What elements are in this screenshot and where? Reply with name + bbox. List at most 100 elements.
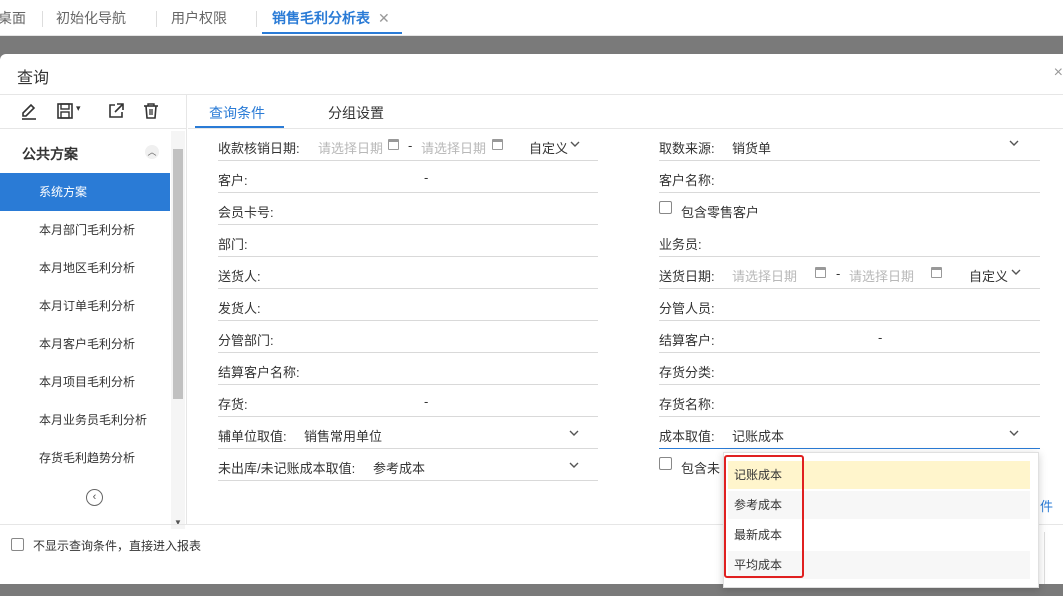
chevron-down-icon[interactable] (1008, 427, 1020, 439)
date-mode-select[interactable]: 自定义 (529, 138, 568, 157)
delete-icon[interactable] (141, 101, 163, 123)
data-source-select[interactable]: 销货单 (732, 138, 771, 157)
calendar-icon[interactable] (492, 139, 503, 150)
field-label: 结算客户: (659, 333, 715, 348)
salesperson-field[interactable]: 业务员: (659, 225, 1040, 257)
tab-init-nav[interactable]: 初始化导航 (56, 0, 126, 34)
field-label: 部门: (218, 237, 248, 252)
sender-field[interactable]: 发货人: (218, 289, 598, 321)
field-label: 业务员: (659, 237, 702, 252)
customer-field[interactable]: 客户: - (218, 161, 598, 193)
highlight-box (724, 455, 804, 578)
payment-date-field: 收款核销日期: 请选择日期 - 请选择日期 自定义 (218, 129, 598, 161)
department-field[interactable]: 部门: (218, 225, 598, 257)
skip-query-label: 不显示查询条件，直接进入报表 (33, 539, 202, 553)
scheme-item[interactable]: 本月业务员毛利分析 (0, 401, 170, 439)
cost-value-select[interactable]: 记账成本 (732, 426, 784, 445)
scheme-item[interactable]: 本月客户毛利分析 (0, 325, 170, 363)
calendar-icon[interactable] (388, 139, 399, 150)
inventory-name-field[interactable]: 存货名称: (659, 385, 1040, 417)
include-unposted-checkbox[interactable] (659, 457, 672, 470)
save-icon[interactable]: ▾ (55, 101, 87, 123)
scheme-item[interactable]: 本月项目毛利分析 (0, 363, 170, 401)
chevron-up-icon[interactable]: ︿ (145, 145, 159, 159)
chevron-down-icon[interactable] (1008, 137, 1020, 149)
include-retail-checkbox[interactable] (659, 201, 672, 214)
checkbox-label: 包含未 (681, 461, 721, 476)
shipper-field[interactable]: 送货人: (218, 257, 598, 289)
divider (1044, 532, 1045, 584)
unposted-cost-select[interactable]: 参考成本 (373, 458, 425, 477)
chevron-down-icon[interactable] (569, 138, 581, 150)
field-label: 结算客户名称: (218, 365, 300, 380)
skip-query-checkbox[interactable] (11, 538, 24, 551)
scheme-list: 系统方案 本月部门毛利分析 本月地区毛利分析 本月订单毛利分析 本月客户毛利分析… (0, 173, 170, 477)
chevron-down-icon[interactable] (568, 427, 580, 439)
range-separator: - (424, 170, 429, 185)
settle-customer-name-field[interactable]: 结算客户名称: (218, 353, 598, 385)
range-separator: - (408, 138, 413, 153)
range-separator: - (878, 330, 883, 345)
scheme-item[interactable]: 本月部门毛利分析 (0, 211, 170, 249)
public-scheme-group[interactable]: 公共方案 ︿ (0, 131, 170, 173)
scheme-item[interactable]: 本月地区毛利分析 (0, 249, 170, 287)
unposted-cost-field[interactable]: 未出库/未记账成本取值: 参考成本 (218, 449, 598, 481)
tab-desktop[interactable]: 桌面 (0, 0, 26, 34)
edit-icon[interactable] (19, 101, 41, 123)
query-tabs: 查询条件 分组设置 (188, 95, 1063, 129)
field-label: 收款核销日期: (218, 141, 300, 156)
scroll-down-icon[interactable]: ▼ (174, 518, 182, 527)
range-separator: - (424, 394, 429, 409)
date-start-input[interactable]: 请选择日期 (732, 266, 797, 285)
date-end-input[interactable]: 请选择日期 (849, 266, 914, 285)
chevron-down-icon[interactable] (568, 459, 580, 471)
include-retail-option[interactable]: 包含零售客户 (659, 193, 1040, 225)
tab-sales-margin-report[interactable]: 销售毛利分析表 ✕ (262, 0, 402, 34)
calendar-icon[interactable] (815, 267, 826, 278)
date-mode-select[interactable]: 自定义 (969, 266, 1008, 285)
scrollbar-thumb[interactable] (173, 149, 183, 399)
tab-divider (256, 11, 257, 27)
chevron-down-icon[interactable]: ▾ (76, 103, 81, 114)
field-label: 存货分类: (659, 365, 715, 380)
range-separator: - (836, 266, 841, 281)
date-end-input[interactable]: 请选择日期 (421, 138, 486, 157)
field-label: 成本取值: (659, 429, 715, 444)
inventory-category-field[interactable]: 存货分类: (659, 353, 1040, 385)
checkbox-label: 包含零售客户 (681, 205, 760, 220)
inventory-field[interactable]: 存货: - (218, 385, 598, 417)
collapse-left-icon[interactable]: ‹ (86, 489, 103, 506)
tab-user-permissions[interactable]: 用户权限 (171, 0, 227, 34)
customer-name-field[interactable]: 客户名称: (659, 161, 1040, 193)
field-label: 存货名称: (659, 397, 715, 412)
scheme-item[interactable]: 系统方案 (0, 173, 170, 211)
aux-unit-select[interactable]: 销售常用单位 (304, 426, 382, 445)
cost-value-field[interactable]: 成本取值: 记账成本 (659, 417, 1040, 449)
top-tab-bar: 桌面 初始化导航 用户权限 销售毛利分析表 ✕ (0, 0, 1063, 36)
tab-label: 桌面 (0, 10, 26, 26)
field-label: 会员卡号: (218, 205, 274, 220)
managed-dept-field[interactable]: 分管部门: (218, 321, 598, 353)
manager-field[interactable]: 分管人员: (659, 289, 1040, 321)
field-label: 存货: (218, 397, 248, 412)
field-label: 辅单位取值: (218, 429, 287, 444)
data-source-field[interactable]: 取数来源: 销货单 (659, 129, 1040, 161)
settle-customer-field[interactable]: 结算客户: - (659, 321, 1040, 353)
group-label: 公共方案 (22, 146, 78, 162)
scheme-scrollbar[interactable]: ▼ (171, 131, 185, 529)
close-icon[interactable]: × (1054, 64, 1063, 82)
calendar-icon[interactable] (931, 267, 942, 278)
date-start-input[interactable]: 请选择日期 (318, 138, 383, 157)
close-icon[interactable]: ✕ (378, 10, 390, 26)
more-conditions-link[interactable]: 件 (1040, 496, 1053, 515)
scheme-item[interactable]: 本月订单毛利分析 (0, 287, 170, 325)
scheme-item[interactable]: 存货毛利趋势分析 (0, 439, 170, 477)
member-card-field[interactable]: 会员卡号: (218, 193, 598, 225)
overlay-band (0, 36, 1063, 54)
export-icon[interactable] (106, 101, 128, 123)
tab-query-conditions[interactable]: 查询条件 (209, 103, 265, 123)
chevron-down-icon[interactable] (1010, 266, 1022, 278)
aux-unit-field[interactable]: 辅单位取值: 销售常用单位 (218, 417, 598, 449)
field-label: 取数来源: (659, 141, 715, 156)
tab-group-settings[interactable]: 分组设置 (328, 103, 384, 123)
